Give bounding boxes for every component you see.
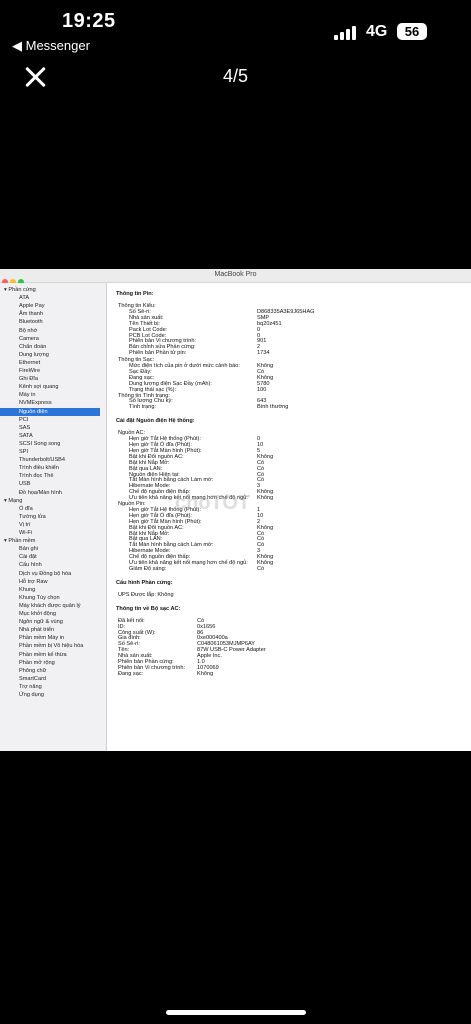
info-value: Bình thường xyxy=(257,404,289,411)
sidebar-item-selected[interactable]: Nguồn điện xyxy=(0,407,100,416)
sidebar-item[interactable]: SATA xyxy=(0,432,119,440)
sidebar-item[interactable]: Ổ đĩa xyxy=(0,505,119,513)
battery-icon: 56 xyxy=(397,23,427,40)
sidebar-item[interactable]: Dịch vụ Đồng bộ hóa xyxy=(0,570,119,578)
sidebar-item[interactable]: Cài đặt xyxy=(0,553,119,561)
sidebar-item[interactable]: Phần mềm Máy in xyxy=(0,634,119,642)
sidebar-item[interactable]: Mục khởi động xyxy=(0,610,119,618)
sidebar-item[interactable]: SCSI Song song xyxy=(0,440,119,448)
sidebar-item[interactable]: Hỗ trợ Raw xyxy=(0,578,119,586)
info-value: bq20z451 xyxy=(257,320,282,327)
info-value: Không xyxy=(257,495,274,502)
sidebar-item[interactable]: Kênh sợi quang xyxy=(0,383,119,391)
sidebar-item[interactable]: Phông chữ xyxy=(0,667,119,675)
system-information-window: MacBook Pro ▾ Phần cứng ATA Apple Pay Âm th… xyxy=(0,269,471,751)
info-value: 1734 xyxy=(257,350,270,357)
sidebar-item[interactable]: Máy in xyxy=(0,391,119,399)
sidebar-item[interactable]: Máy khách được quản lý xyxy=(0,602,119,610)
status-time: 19:25 xyxy=(62,10,116,32)
sidebar-item[interactable]: Phần mềm kế thừa xyxy=(0,651,119,659)
image-counter: 4/5 xyxy=(222,66,249,86)
sidebar-item[interactable]: Dung lượng xyxy=(0,351,119,359)
info-label: Tình trạng: xyxy=(129,404,157,411)
sidebar-item[interactable]: Ngôn ngữ & vùng xyxy=(0,618,119,626)
sidebar-item[interactable]: ▾ Phần mềm xyxy=(0,537,104,545)
sidebar-item[interactable]: Camera xyxy=(0,335,119,343)
status-bar: 19:25 ◀ Messenger 4G 56 xyxy=(0,0,471,60)
info-label: Đang sạc: xyxy=(118,670,144,677)
sidebar-item[interactable]: Âm thanh xyxy=(0,310,119,318)
window-titlebar: MacBook Pro xyxy=(0,269,471,285)
sidebar-item[interactable]: Bộ nhớ xyxy=(0,327,119,335)
sidebar-item[interactable]: SAS xyxy=(0,424,119,432)
section-heading: Cấu hình Phần cứng: xyxy=(116,579,173,586)
back-to-messenger-link[interactable]: ◀ Messenger xyxy=(12,38,90,54)
sidebar-item[interactable]: Phần mềm bị Vô hiệu hóa xyxy=(0,642,119,650)
home-indicator[interactable] xyxy=(166,1010,306,1015)
sidebar-item[interactable]: USB xyxy=(0,480,119,488)
sidebar-item[interactable]: Bản ghi xyxy=(0,545,119,553)
cellular-signal-icon xyxy=(334,26,360,40)
section-heading: Thông tin Pin: xyxy=(116,291,154,297)
info-label: Giảm Độ sáng: xyxy=(129,565,167,572)
sidebar-item[interactable]: Vị trí xyxy=(0,521,119,529)
network-type: 4G xyxy=(366,23,388,40)
sidebar-item[interactable]: Trợ năng xyxy=(0,683,119,691)
power-report-content: Thông tin Pin: Thông tin Kiểu: Số Sê-ri: D8… xyxy=(107,283,471,751)
sidebar-item[interactable]: SPI xyxy=(0,448,119,456)
sidebar-item[interactable]: PCI xyxy=(0,416,119,424)
sidebar-item[interactable]: Khung xyxy=(0,586,119,594)
viewer-background xyxy=(0,751,471,1024)
section-heading: Thông tin về Bộ sạc AC: xyxy=(116,605,181,612)
sidebar-item[interactable]: Trình đọc Thẻ xyxy=(0,472,119,480)
info-label: Phiên bản Phần tử pin: xyxy=(129,350,187,357)
section-heading: Cài đặt Nguồn điện Hệ thống: xyxy=(116,418,195,425)
sidebar-item[interactable]: ATA xyxy=(0,294,119,302)
sidebar-item[interactable]: Chẩn đoán xyxy=(0,343,119,351)
sidebar: ▾ Phần cứng ATA Apple Pay Âm thanh Bluetooth… xyxy=(0,283,107,751)
sidebar-item[interactable]: FireWire xyxy=(0,367,119,375)
info-value: 100 xyxy=(257,386,267,393)
sidebar-item[interactable]: SmartCard xyxy=(0,675,119,683)
sidebar-item[interactable]: Phần mở rộng xyxy=(0,659,119,667)
sidebar-item[interactable]: Thunderbolt/USB4 xyxy=(0,456,119,464)
info-label: UPS Được lắp: Không xyxy=(118,591,174,598)
watermark-text: choTOT xyxy=(175,492,251,514)
sidebar-item[interactable]: Ethernet xyxy=(0,359,119,367)
sidebar-item[interactable]: Wi-Fi xyxy=(0,529,119,537)
sidebar-item[interactable]: ▾ Phần cứng xyxy=(0,286,104,294)
sidebar-item[interactable]: Tường lửa xyxy=(0,513,119,521)
sidebar-item[interactable]: Bluetooth xyxy=(0,318,119,326)
sidebar-item[interactable]: NVMExpress xyxy=(0,399,119,407)
info-value: Có xyxy=(257,565,265,572)
sidebar-item[interactable]: Cấu hình xyxy=(0,561,119,569)
sidebar-item[interactable]: Khung Tùy chọn xyxy=(0,594,119,602)
sidebar-item[interactable]: Đồ họa/Màn hình xyxy=(0,489,119,497)
sidebar-item[interactable]: Trình điều khiển xyxy=(0,464,119,472)
window-title: MacBook Pro xyxy=(214,271,257,278)
sidebar-item[interactable]: Nhà phát triển xyxy=(0,626,119,634)
sidebar-item[interactable]: Ghi Đĩa xyxy=(0,375,119,383)
sidebar-item[interactable]: Apple Pay xyxy=(0,302,119,310)
info-value: Không xyxy=(197,670,214,677)
sidebar-item[interactable]: ▾ Mạng xyxy=(0,497,104,505)
sidebar-item[interactable]: Ứng dụng xyxy=(0,691,119,699)
